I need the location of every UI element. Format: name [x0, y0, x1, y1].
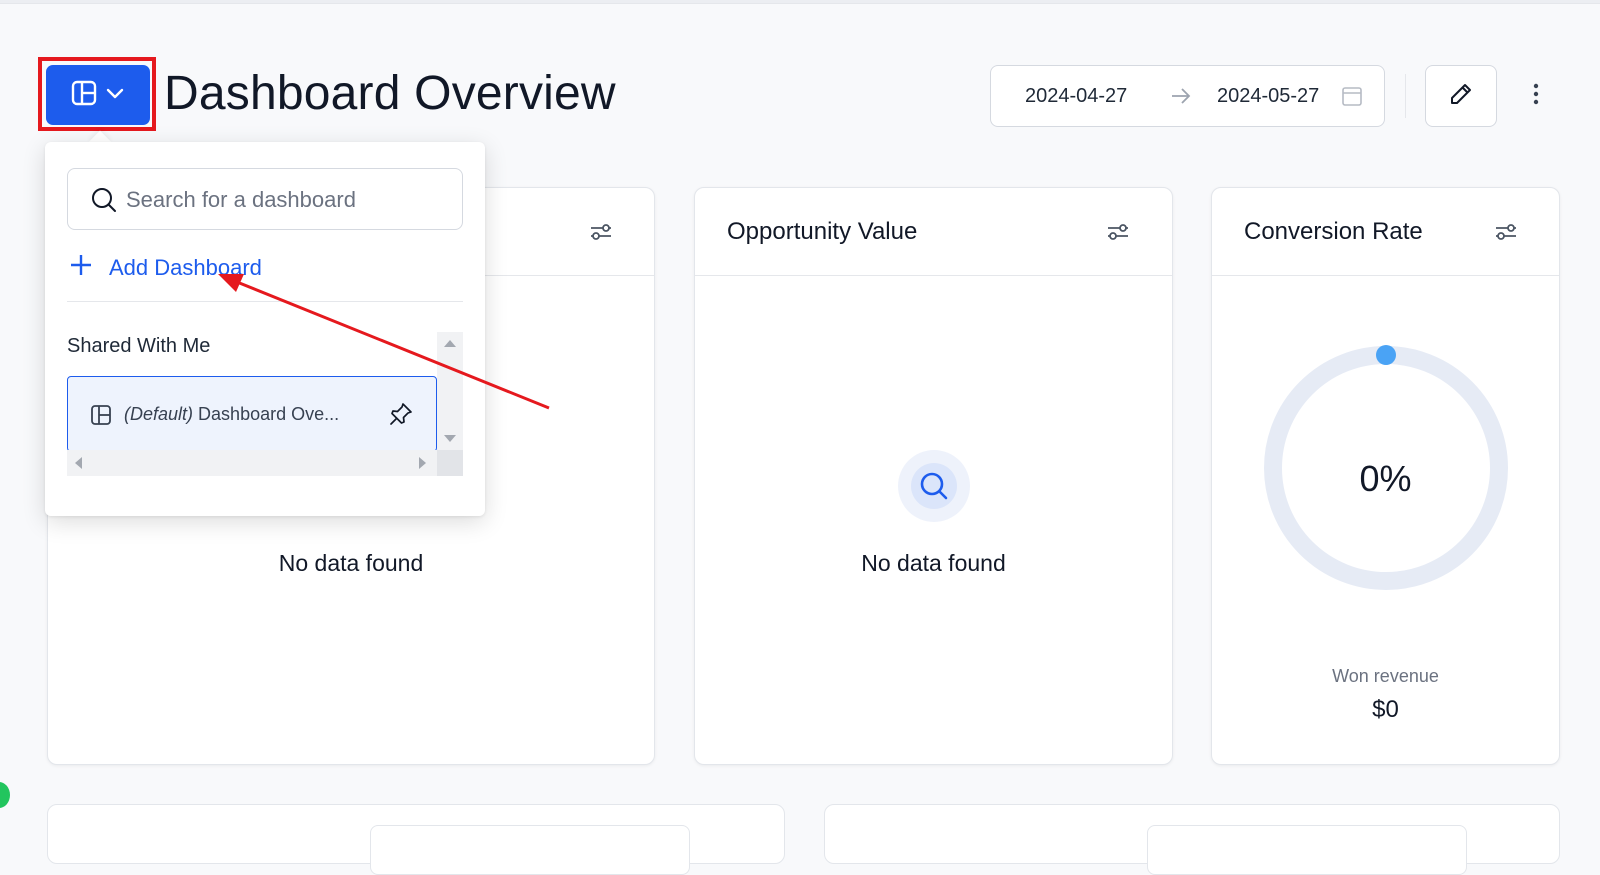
header-divider	[1405, 74, 1406, 118]
card-conversion-rate: Conversion Rate 0% Won revenue $0	[1211, 187, 1560, 765]
add-dashboard-button[interactable]: Add Dashboard	[69, 252, 262, 284]
won-revenue-value: $0	[1372, 696, 1399, 723]
dashboard-layout-icon	[70, 79, 98, 112]
status-dot	[0, 782, 10, 808]
won-revenue-label: Won revenue	[1332, 666, 1439, 686]
gauge-dot	[1376, 345, 1396, 365]
scroll-up-icon[interactable]	[444, 340, 456, 347]
no-data-text: No data found	[278, 550, 424, 576]
dashboard-dropdown: Add Dashboard Shared With Me (Default) D…	[45, 142, 485, 516]
bottom-card-right	[824, 804, 1560, 875]
bottom-card-control[interactable]	[370, 825, 690, 875]
card-title: Opportunity Value	[727, 218, 918, 245]
dashboard-layout-icon	[90, 404, 112, 431]
dashboard-list-item[interactable]: (Default) Dashboard Ove...	[67, 376, 437, 452]
edit-button[interactable]	[1425, 65, 1497, 127]
page-title: Dashboard Overview	[164, 67, 616, 120]
card-title: Conversion Rate	[1244, 218, 1423, 245]
scroll-left-icon[interactable]	[75, 457, 82, 469]
scroll-right-icon[interactable]	[419, 457, 426, 469]
chevron-down-icon	[104, 82, 126, 109]
card-opportunity-value: Opportunity Value No data found	[694, 187, 1173, 765]
date-range-picker[interactable]: 2024-04-27 2024-05-27	[990, 65, 1385, 127]
search-empty-icon	[898, 450, 970, 522]
calendar-icon	[1341, 85, 1363, 113]
default-tag: (Default)	[124, 404, 194, 424]
plus-icon	[69, 253, 93, 283]
scrollbar-corner	[437, 450, 463, 476]
conversion-percent: 0%	[1359, 458, 1412, 499]
pencil-icon	[1448, 81, 1474, 112]
bottom-card-control[interactable]	[1147, 825, 1467, 875]
filter-settings-icon[interactable]	[588, 220, 614, 244]
bottom-card-left	[47, 804, 785, 875]
dashboard-search-input[interactable]	[124, 183, 444, 217]
filter-settings-icon[interactable]	[1493, 220, 1519, 244]
dashboard-search-box[interactable]	[67, 168, 463, 230]
more-options-button[interactable]	[1522, 80, 1550, 112]
pin-icon[interactable]	[388, 401, 414, 432]
dashboard-item-name: Dashboard Ove...	[198, 404, 340, 424]
dropdown-divider	[67, 301, 463, 302]
dashboard-item-label: (Default) Dashboard Ove...	[124, 404, 339, 425]
vertical-dots-icon	[1533, 83, 1539, 110]
dashboard-switcher-button[interactable]	[46, 65, 150, 125]
filter-settings-icon[interactable]	[1105, 220, 1131, 244]
no-data-text: No data found	[861, 550, 1006, 576]
section-label-shared: Shared With Me	[67, 335, 211, 357]
date-end[interactable]: 2024-05-27	[1217, 85, 1319, 108]
scroll-down-icon[interactable]	[444, 435, 456, 442]
search-icon	[90, 186, 118, 219]
top-border	[0, 0, 1600, 4]
arrow-right-icon	[1169, 84, 1193, 114]
horizontal-scrollbar[interactable]	[67, 450, 463, 476]
date-start[interactable]: 2024-04-27	[1025, 85, 1127, 108]
vertical-scrollbar[interactable]	[437, 332, 463, 450]
add-dashboard-label: Add Dashboard	[109, 255, 262, 280]
